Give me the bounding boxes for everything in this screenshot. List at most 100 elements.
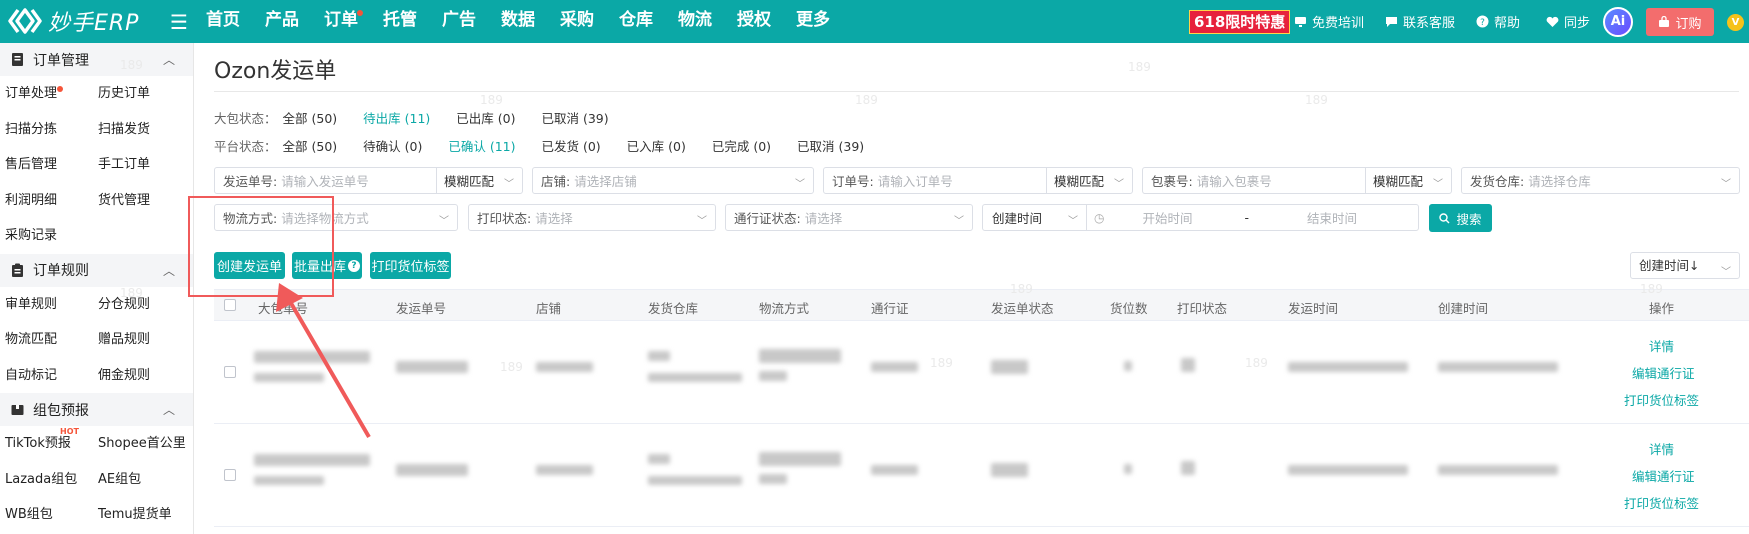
search-button[interactable]: 搜索 bbox=[1429, 204, 1492, 232]
package-icon bbox=[11, 405, 24, 415]
sidebar-item-tiktok-forecast[interactable]: TikTok预报 HOT bbox=[0, 426, 93, 462]
details-link[interactable]: 详情 bbox=[1649, 439, 1674, 458]
promo-banner[interactable]: 618限时特惠 bbox=[1189, 10, 1291, 34]
nav-more[interactable]: 更多 bbox=[796, 0, 830, 43]
nav-products[interactable]: 产品 bbox=[265, 0, 299, 43]
sidebar-group-order-rules[interactable]: 订单规则 ︿ bbox=[0, 253, 193, 287]
contact-support-label: 联系客服 bbox=[1403, 16, 1456, 31]
print-location-label-link[interactable]: 打印货位标签 bbox=[1624, 390, 1699, 409]
redacted-value bbox=[759, 349, 841, 363]
order-no-match-select[interactable]: 模糊匹配 ﹀ bbox=[1046, 168, 1132, 193]
sidebar-group-order-management[interactable]: 订单管理 ︿ bbox=[0, 43, 193, 76]
sort-select[interactable]: 创建时间↓ ﹀ bbox=[1630, 252, 1740, 279]
platform-status-all[interactable]: 全部 (50) bbox=[283, 136, 338, 155]
platform-status-to-confirm[interactable]: 待确认 (0) bbox=[363, 136, 422, 155]
help-link[interactable]: ? 帮助 bbox=[1475, 12, 1520, 31]
sidebar-item-scan-ship[interactable]: 扫描发货 bbox=[93, 112, 193, 148]
sidebar-item-auto-tag[interactable]: 自动标记 bbox=[0, 358, 93, 394]
free-training-link[interactable]: 免费培训 bbox=[1293, 12, 1364, 31]
package-no-match-select[interactable]: 模糊匹配 ﹀ bbox=[1365, 168, 1451, 193]
sidebar-item-shopee-first-mile[interactable]: Shopee首公里 bbox=[93, 426, 193, 462]
sidebar-item-profit-details[interactable]: 利润明细 bbox=[0, 183, 93, 219]
sidebar-item-logistics-match[interactable]: 物流匹配 bbox=[0, 322, 93, 358]
platform-status-stored[interactable]: 已入库 (0) bbox=[627, 136, 686, 155]
edit-pass-link[interactable]: 编辑通行证 bbox=[1632, 466, 1695, 485]
print-location-label-link[interactable]: 打印货位标签 bbox=[1624, 493, 1699, 512]
nav-home[interactable]: 首页 bbox=[206, 0, 240, 43]
store-filter[interactable]: 店铺: 请选择店铺 ﹀ bbox=[532, 167, 814, 194]
platform-status-cancelled[interactable]: 已取消 (39) bbox=[797, 136, 864, 155]
platform-status-completed[interactable]: 已完成 (0) bbox=[712, 136, 771, 155]
sidebar-item-wb-package[interactable]: WB组包 bbox=[0, 497, 93, 533]
sidebar-item-scan-sort[interactable]: 扫描分拣 bbox=[0, 112, 93, 148]
date-range-input[interactable]: ◷ 开始时间 - 结束时间 bbox=[1086, 205, 1418, 230]
sidebar-item-gift-rules[interactable]: 赠品规则 bbox=[93, 322, 193, 358]
chevron-up-icon[interactable]: ︿ bbox=[163, 401, 175, 418]
shipment-no-match-select[interactable]: 模糊匹配 ﹀ bbox=[436, 168, 522, 193]
warehouse-filter[interactable]: 发货仓库: 请选择仓库 ﹀ bbox=[1461, 167, 1740, 194]
print-label-button[interactable]: 打印货位标签 bbox=[370, 252, 451, 279]
ai-assistant-icon[interactable]: Ai bbox=[1603, 7, 1633, 37]
top-bar: 妙手ERP ☰ 首页 产品 订单 托管 广告 数据 采购 仓库 物流 授权 更多… bbox=[0, 0, 1749, 43]
sidebar-item-manual-orders[interactable]: 手工订单 bbox=[93, 147, 193, 183]
vip-badge-icon[interactable]: V bbox=[1727, 14, 1744, 31]
notification-dot bbox=[357, 10, 363, 16]
sidebar-item-warehouse-rules[interactable]: 分仓规则 bbox=[93, 287, 193, 323]
sidebar-group-package-forecast[interactable]: 组包预报 ︿ bbox=[0, 393, 193, 426]
order-no-input[interactable]: 请输入订单号 bbox=[878, 171, 1046, 190]
sidebar-item-purchase-records[interactable]: 采购记录 bbox=[0, 218, 93, 254]
divider bbox=[214, 91, 1739, 92]
package-status-pending[interactable]: 待出库 (11) bbox=[363, 108, 430, 127]
package-status-shipped[interactable]: 已出库 (0) bbox=[456, 108, 515, 127]
nav-orders[interactable]: 订单 bbox=[324, 0, 363, 43]
sidebar-group-title: 组包预报 bbox=[33, 402, 89, 419]
row-checkbox[interactable] bbox=[224, 366, 236, 378]
search-icon bbox=[1439, 212, 1450, 224]
nav-logistics[interactable]: 物流 bbox=[678, 0, 712, 43]
subscribe-button[interactable]: 订购 bbox=[1646, 8, 1714, 36]
table-header: 大包单号 发运单号 店铺 发货仓库 物流方式 通行证 发运单状态 货位数 打印状… bbox=[214, 289, 1749, 321]
nav-ads[interactable]: 广告 bbox=[442, 0, 476, 43]
nav-data[interactable]: 数据 bbox=[501, 0, 535, 43]
package-status-cancelled[interactable]: 已取消 (39) bbox=[541, 108, 608, 127]
package-status-all[interactable]: 全部 (50) bbox=[283, 108, 338, 127]
nav-hosting[interactable]: 托管 bbox=[383, 0, 417, 43]
document-icon bbox=[12, 53, 23, 66]
logo[interactable]: 妙手ERP bbox=[8, 6, 139, 36]
sidebar-item-order-processing[interactable]: 订单处理 bbox=[0, 76, 93, 112]
time-type-select[interactable]: 创建时间 ﹀ bbox=[983, 205, 1086, 230]
row-checkbox[interactable] bbox=[224, 469, 236, 481]
sidebar-items-order-management: 订单处理 历史订单 扫描分拣 扫描发货 售后管理 手工订单 利润明细 货代管理 … bbox=[0, 76, 193, 254]
sidebar-item-lazada-package[interactable]: Lazada组包 bbox=[0, 462, 93, 498]
nav-purchase[interactable]: 采购 bbox=[560, 0, 594, 43]
details-link[interactable]: 详情 bbox=[1649, 336, 1674, 355]
menu-toggle-icon[interactable]: ☰ bbox=[170, 10, 188, 34]
monitor-icon bbox=[1293, 15, 1307, 29]
sidebar-item-temu-pickup[interactable]: Temu提货单 bbox=[93, 497, 193, 533]
package-no-input[interactable]: 请输入包裹号 bbox=[1197, 171, 1365, 190]
platform-status-shipped[interactable]: 已发货 (0) bbox=[541, 136, 600, 155]
shipment-no-input[interactable]: 请输入发运单号 bbox=[281, 171, 436, 190]
sidebar-item-after-sales[interactable]: 售后管理 bbox=[0, 147, 93, 183]
platform-status-confirmed[interactable]: 已确认 (11) bbox=[448, 136, 515, 155]
pass-status-filter[interactable]: 通行证状态: 请选择 ﹀ bbox=[725, 204, 973, 231]
chevron-up-icon[interactable]: ︿ bbox=[163, 51, 175, 68]
sidebar-item-commission-rules[interactable]: 佣金规则 bbox=[93, 358, 193, 394]
select-all-checkbox[interactable] bbox=[224, 299, 236, 311]
chevron-down-icon: ﹀ bbox=[439, 216, 449, 227]
table-row[interactable]: 详情 编辑通行证 打印货位标签 bbox=[214, 424, 1749, 527]
sidebar-item-ae-package[interactable]: AE组包 bbox=[93, 462, 193, 498]
table-row[interactable]: 详情 编辑通行证 打印货位标签 bbox=[214, 321, 1749, 424]
sidebar-item-review-rules[interactable]: 审单规则 bbox=[0, 287, 93, 323]
sync-link[interactable]: 同步 bbox=[1545, 12, 1590, 31]
contact-support-link[interactable]: 联系客服 bbox=[1384, 12, 1455, 31]
nav-warehouse[interactable]: 仓库 bbox=[619, 0, 653, 43]
nav-authorization[interactable]: 授权 bbox=[737, 0, 771, 43]
sidebar-item-order-history[interactable]: 历史订单 bbox=[93, 76, 193, 112]
sidebar-item-forwarder[interactable]: 货代管理 bbox=[93, 183, 193, 219]
edit-pass-link[interactable]: 编辑通行证 bbox=[1632, 363, 1695, 382]
column-header: 发运单状态 bbox=[991, 301, 1054, 316]
chevron-up-icon[interactable]: ︿ bbox=[163, 262, 175, 279]
print-status-filter[interactable]: 打印状态: 请选择 ﹀ bbox=[468, 204, 716, 231]
chevron-down-icon: ﹀ bbox=[1721, 179, 1731, 190]
